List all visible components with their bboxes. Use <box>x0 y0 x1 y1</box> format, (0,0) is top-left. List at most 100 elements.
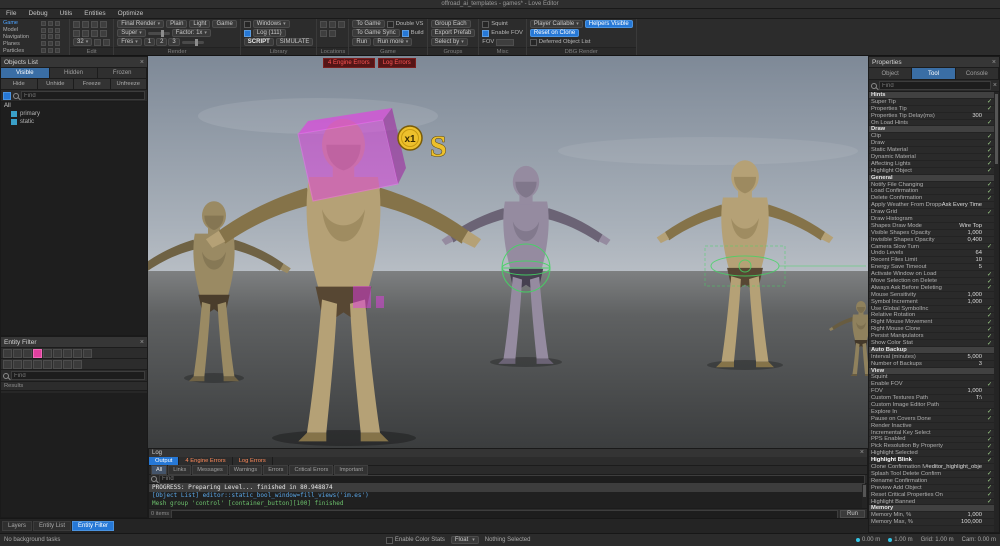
entity-type-icon[interactable] <box>63 349 72 358</box>
windows-dropdown[interactable]: Windows <box>253 20 290 28</box>
property-row[interactable]: Draw ✓ <box>869 140 994 147</box>
double-vs-checkbox[interactable] <box>387 21 394 28</box>
export-prefab-button[interactable]: Export Prefab <box>431 29 476 37</box>
property-row[interactable]: Splash Tool Delete Confirm ✓ <box>869 471 994 478</box>
property-value[interactable]: 1,000 <box>967 512 982 518</box>
property-row[interactable]: Invisible Shapes Opacity 0,400 <box>869 237 994 244</box>
property-row[interactable]: General <box>869 175 994 182</box>
property-row[interactable]: View <box>869 368 994 375</box>
mode-icon[interactable] <box>55 28 60 33</box>
build-checkbox[interactable] <box>402 30 409 37</box>
entity-type-icon[interactable] <box>63 360 72 369</box>
menu-item[interactable]: File <box>0 9 22 19</box>
mode-icon[interactable] <box>41 28 46 33</box>
property-checkbox[interactable]: ✓ <box>984 195 992 202</box>
mode-icon[interactable] <box>48 41 53 46</box>
property-row[interactable]: PPS Enabled ✓ <box>869 437 994 444</box>
float-dropdown[interactable]: Float <box>451 536 479 544</box>
properties-tab[interactable]: Console <box>956 68 999 79</box>
property-value[interactable]: 5 <box>979 264 982 270</box>
property-row[interactable]: Show Color Stat ✓ <box>869 340 994 347</box>
entity-type-icon[interactable] <box>53 360 62 369</box>
toolbar-mode-row[interactable]: Model <box>2 27 67 34</box>
property-row[interactable]: Explore In ✓ <box>869 409 994 416</box>
to-game-sync-button[interactable]: To Game Sync <box>352 29 399 37</box>
property-value[interactable]: 1,000 <box>967 292 982 298</box>
property-row[interactable]: Hints <box>869 92 994 99</box>
render-light-button[interactable]: Light <box>189 20 210 28</box>
objects-list-tab[interactable]: Frozen <box>98 68 147 78</box>
property-row[interactable]: Memory Max, % 100,000 <box>869 519 994 526</box>
log-line[interactable]: PROGRESS: Preparing Level... finished in… <box>149 484 867 492</box>
deferred-object-list-checkbox[interactable] <box>530 39 537 46</box>
toolbar-mode-row[interactable]: Planes <box>2 40 67 47</box>
property-value[interactable]: 64 <box>976 250 982 256</box>
property-row[interactable]: Persist Manipulators ✓ <box>869 333 994 340</box>
entity-search-input[interactable] <box>11 371 145 380</box>
property-row[interactable]: Highlight Banned ✓ <box>869 499 994 506</box>
property-row[interactable]: On Load Hints ✓ <box>869 120 994 127</box>
property-row[interactable]: Apply Weather From Dropper Ask Every Tim… <box>869 202 994 209</box>
player-callable-dropdown[interactable]: Player Callable <box>530 20 583 28</box>
property-value[interactable]: 100,000 <box>961 519 982 525</box>
entity-type-icon[interactable] <box>3 349 12 358</box>
property-checkbox[interactable]: ✓ <box>984 167 992 174</box>
objects-list-tab[interactable]: Visible <box>1 68 50 78</box>
log-search-input[interactable] <box>159 475 865 484</box>
log-filter-button[interactable]: Errors <box>263 465 288 475</box>
property-row[interactable]: FOV 1,000 <box>869 388 994 395</box>
log-tab[interactable]: 4 Engine Errors <box>179 457 232 465</box>
property-row[interactable]: Always Ask Before Deleting ✓ <box>869 285 994 292</box>
log-filter-button[interactable]: Important <box>334 465 368 475</box>
property-row[interactable]: Super Tip ✓ <box>869 99 994 106</box>
edit-tool-icon[interactable] <box>94 39 101 46</box>
property-row[interactable]: Auto Backup <box>869 347 994 354</box>
log-filter-button[interactable]: All <box>151 465 167 475</box>
scroll-thumb[interactable] <box>863 485 866 497</box>
entity-results-list[interactable] <box>1 393 147 517</box>
error-badge[interactable]: Log Errors <box>378 58 416 68</box>
enable-color-stats-checkbox[interactable] <box>386 537 393 544</box>
squint-checkbox[interactable] <box>482 21 489 28</box>
property-row[interactable]: Energy Save Timeout 5 <box>869 264 994 271</box>
property-row[interactable]: Highlight Object ✓ <box>869 168 994 175</box>
property-row[interactable]: Squint <box>869 375 994 382</box>
property-row[interactable]: Relative Rotation ✓ <box>869 313 994 320</box>
edit-tool-icon[interactable] <box>82 30 89 37</box>
toolbar-mode-row[interactable]: Particles <box>2 47 67 54</box>
property-row[interactable]: Custom Image Editor Path <box>869 402 994 409</box>
viewport-3d-scene[interactable]: x1 S <box>148 56 868 448</box>
edit-tool-icon[interactable] <box>103 39 110 46</box>
log-count-button[interactable]: Log (111) <box>253 29 286 37</box>
property-row[interactable]: Highlight Selected ✓ <box>869 450 994 457</box>
log-checkbox[interactable] <box>244 30 251 37</box>
property-row[interactable]: Highlight Blink ✓ <box>869 457 994 464</box>
log-filter-button[interactable]: Messages <box>192 465 228 475</box>
render-slider[interactable] <box>182 41 204 44</box>
close-icon[interactable] <box>140 59 144 66</box>
edit-tool-icon[interactable] <box>100 21 107 28</box>
property-row[interactable]: Properties Tip ✓ <box>869 106 994 113</box>
reset-on-clone-button[interactable]: Reset on Clone <box>530 29 579 37</box>
properties-search-input[interactable] <box>879 81 991 90</box>
property-row[interactable]: Camera Slow Turn ✓ <box>869 244 994 251</box>
close-icon[interactable] <box>860 449 864 457</box>
log-filter-button[interactable]: Critical Errors <box>289 465 333 475</box>
entity-type-icon[interactable] <box>73 349 82 358</box>
property-checkbox[interactable]: ✓ <box>984 498 992 505</box>
render-num-button[interactable]: 1 <box>144 38 155 46</box>
edit-size-dropdown[interactable]: 32 <box>73 38 92 46</box>
run-button[interactable]: Run <box>352 38 371 46</box>
log-line[interactable]: [Object List] editor::static_bool_window… <box>149 492 867 500</box>
mode-icon[interactable] <box>55 34 60 39</box>
log-tab[interactable]: Output <box>149 457 179 465</box>
properties-tab[interactable]: Tool <box>912 68 955 79</box>
property-value[interactable]: 1,000 <box>967 299 982 305</box>
render-game-button[interactable]: Game <box>212 20 236 28</box>
property-value[interactable]: 10 <box>976 257 982 263</box>
objects-action-button[interactable]: Unfreeze <box>111 79 148 89</box>
edit-tool-icon[interactable] <box>73 30 80 37</box>
property-row[interactable]: Affecting Lights ✓ <box>869 161 994 168</box>
tree-root-node[interactable]: All <box>1 102 147 110</box>
mode-icon[interactable] <box>48 21 53 26</box>
